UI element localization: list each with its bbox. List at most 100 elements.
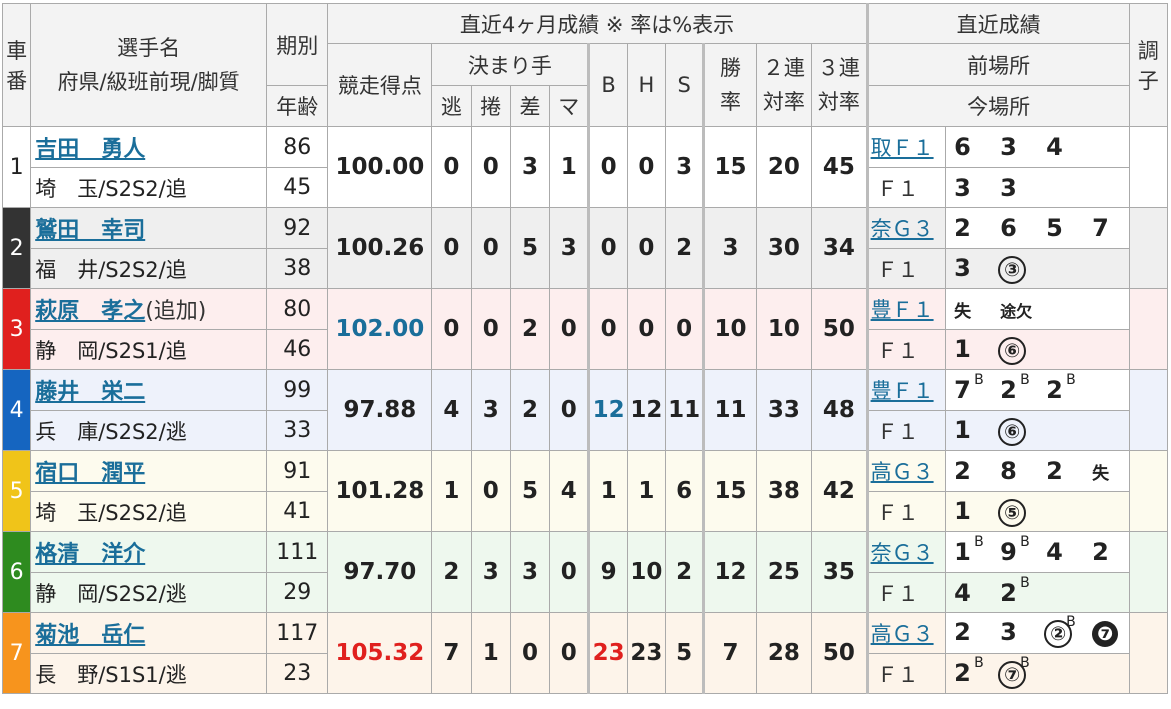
stat-b: 23 (588, 612, 628, 694)
car-number: 3 (1, 288, 32, 370)
rider-info: 兵 庫/S2S2/逃 (30, 410, 267, 451)
rider-age: 23 (265, 653, 329, 694)
k-makuri: 0 (470, 288, 511, 370)
header-score: 競走得点 (327, 43, 433, 127)
rate-2: 25 (755, 531, 813, 613)
stat-s: 11 (664, 369, 706, 451)
stat-h: 12 (626, 369, 667, 451)
now-result: ⑤ (998, 497, 1046, 527)
table-header: 車番 選手名 府県/級班前現/脚質 期別 直近4ヶ月成績 ※ 率は%表示 直近成績… (1, 3, 1169, 127)
prev-result: 失 (1092, 464, 1110, 484)
prev-result: 4 (1046, 538, 1063, 566)
header-2-rate: ２連 対率 (755, 43, 813, 127)
k-nige: 0 (431, 207, 472, 289)
prev-venue-link[interactable]: 豊Ｆ１ (871, 379, 934, 403)
header-s: S (664, 43, 706, 127)
rider-name-link[interactable]: 鷲田 幸司 (35, 218, 145, 243)
stat-s: 2 (664, 207, 706, 289)
prev-venue-link[interactable]: 奈Ｇ３ (871, 217, 934, 241)
this-venue: Ｆ１ (865, 572, 947, 613)
rider-name-link[interactable]: 宿口 潤平 (35, 461, 145, 486)
car-number: 2 (1, 207, 32, 289)
prev-venue: 奈Ｇ３ (865, 531, 947, 573)
stat-b: 0 (588, 126, 628, 208)
prev-venue-link[interactable]: 豊Ｆ１ (871, 298, 934, 322)
stat-s: 3 (664, 126, 706, 208)
prev-result: 3 (1000, 618, 1017, 646)
now-result: ⑥ (998, 416, 1046, 446)
rate-2: 20 (755, 126, 813, 208)
k-nige: 7 (431, 612, 472, 694)
k-sashi: 3 (509, 126, 551, 208)
back-marker: B (1020, 574, 1030, 591)
k-sashi: 5 (509, 450, 551, 532)
now-result: 4 (954, 578, 971, 607)
rate-3: 50 (811, 612, 868, 694)
prev-result: 7B (954, 372, 984, 404)
race-entry-table: 車番 選手名 府県/級班前現/脚質 期別 直近4ヶ月成績 ※ 率は%表示 直近成績… (1, 3, 1169, 694)
rider-name: 菊池 岳仁 (30, 612, 267, 654)
rider-rows: 1 吉田 勇人 86 100.00 0 0 3 1 0 0 3 15 20 45 取Ｆ１ 6 3 4 埼 玉/S2S… (1, 126, 1169, 694)
stat-h: 10 (626, 531, 667, 613)
rate-3: 50 (811, 288, 868, 370)
rider-extra: (追加) (145, 299, 207, 324)
rider-name: 宿口 潤平 (30, 450, 267, 492)
k-nige: 0 (431, 126, 472, 208)
prev-results: 1B 9B 4 2 (945, 531, 1130, 573)
rider-row-7: 7 菊池 岳仁 117 105.32 7 1 0 0 23 23 5 7 28 50 高Ｇ３ 2 3 ② B ❼ (1, 612, 1169, 694)
rate-2: 30 (755, 207, 813, 289)
rider-term: 111 (265, 531, 329, 573)
rate-3: 45 (811, 126, 868, 208)
race-score: 105.32 (327, 612, 433, 694)
condition-cell (1128, 612, 1169, 694)
win-rate: 3 (703, 207, 757, 289)
condition-cell (1128, 288, 1169, 370)
k-sashi: 0 (509, 612, 551, 694)
prev-result: 8 (1000, 457, 1017, 485)
prev-result: 2 (954, 457, 971, 485)
rate-3: 42 (811, 450, 868, 532)
k-sashi: 2 (509, 288, 551, 370)
stat-b: 0 (588, 207, 628, 289)
rider-term: 117 (265, 612, 329, 654)
prev-result: 2 (954, 214, 971, 242)
k-makuri: 0 (470, 450, 511, 532)
prev-venue-link[interactable]: 高Ｇ３ (871, 622, 934, 646)
rate-3: 34 (811, 207, 868, 289)
condition-cell (1128, 369, 1169, 451)
rider-info: 福 井/S2S2/追 (30, 248, 267, 289)
prev-result: 2 (954, 618, 971, 646)
rider-row-6: 6 格清 洋介 111 97.70 2 3 3 0 9 10 2 12 25 35 奈Ｇ３ 1 B 9 B 4 2 (1, 531, 1169, 613)
prev-venue-link[interactable]: 高Ｇ３ (871, 460, 934, 484)
prev-venue-link[interactable]: 奈Ｇ３ (871, 541, 934, 565)
rider-name: 萩原 孝之(追加) (30, 288, 267, 330)
car-number: 5 (1, 450, 32, 532)
header-recent-4-months: 直近4ヶ月成績 ※ 率は%表示 (327, 3, 868, 44)
now-result: 1 (954, 415, 971, 444)
prev-result: 7 (1092, 214, 1109, 242)
header-k-sashi: 差 (509, 85, 551, 127)
rider-name-link[interactable]: 菊池 岳仁 (35, 623, 145, 648)
now-result: 3 (1000, 173, 1017, 202)
rider-name-link[interactable]: 藤井 栄二 (35, 380, 145, 405)
prev-results: 6 3 4 (945, 126, 1130, 168)
rider-name-link[interactable]: 萩原 孝之 (35, 299, 145, 324)
rider-name-link[interactable]: 吉田 勇人 (35, 137, 145, 162)
stat-b: 12 (588, 369, 628, 451)
rider-name-link[interactable]: 格清 洋介 (35, 542, 145, 567)
prev-result: 3 (1000, 133, 1017, 161)
k-mark: 0 (549, 531, 591, 613)
now-result: 3 (954, 173, 971, 202)
win-rate: 15 (703, 450, 757, 532)
k-nige: 2 (431, 531, 472, 613)
this-results: 1⑤ (945, 491, 1130, 532)
prev-result: 2 (1092, 538, 1109, 566)
k-nige: 1 (431, 450, 472, 532)
header-3-rate: ３連 対率 (811, 43, 868, 127)
this-venue: Ｆ１ (865, 410, 947, 451)
rider-name: 吉田 勇人 (30, 126, 267, 168)
rate-2: 10 (755, 288, 813, 370)
prev-venue-link[interactable]: 取Ｆ１ (871, 136, 934, 160)
k-mark: 4 (549, 450, 591, 532)
now-result: 3 (954, 253, 971, 282)
